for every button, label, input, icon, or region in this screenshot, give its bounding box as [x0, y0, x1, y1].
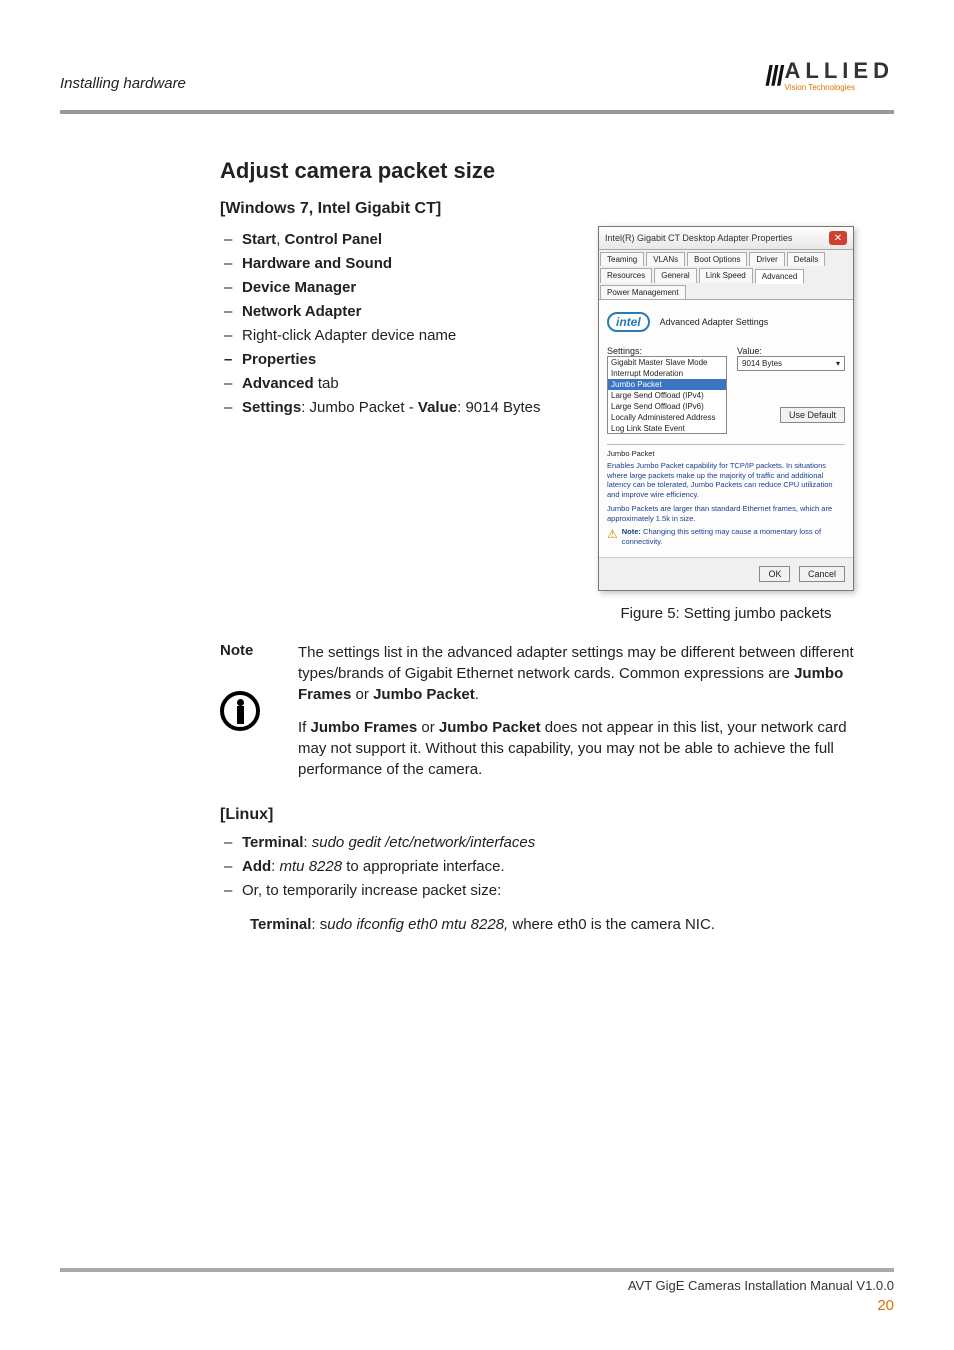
- note-text: The settings list in the advanced adapte…: [298, 644, 854, 682]
- step-bold: Value: [418, 399, 457, 416]
- list-item[interactable]: Large Send Offload (IPv6): [608, 401, 726, 412]
- step-bold: Advanced: [242, 375, 314, 392]
- desc-note-text: Changing this setting may cause a moment…: [622, 527, 821, 546]
- list-item[interactable]: Log Link State Event: [608, 423, 726, 434]
- tab-details[interactable]: Details: [787, 252, 825, 266]
- win-step: Advanced tab: [220, 373, 580, 394]
- settings-listbox[interactable]: Gigabit Master Slave Mode Interrupt Mode…: [607, 356, 727, 434]
- step-bold: Properties: [242, 351, 316, 368]
- step-bold: Add: [242, 858, 271, 875]
- brand-logo: /// ALLIED Vision Technologies: [765, 60, 894, 92]
- logo-sub: Vision Technologies: [785, 84, 894, 92]
- desc-text: Enables Jumbo Packet capability for TCP/…: [607, 461, 845, 500]
- use-default-button[interactable]: Use Default: [780, 407, 845, 423]
- step-italic: sudo gedit /etc/network/interfaces: [312, 834, 535, 851]
- figure-caption: Figure 5: Setting jumbo packets: [598, 605, 854, 622]
- step-text: :: [271, 858, 279, 875]
- note-paragraph: If Jumbo Frames or Jumbo Packet does not…: [298, 717, 854, 780]
- step-bold: Start: [242, 231, 276, 248]
- step-bold: Terminal: [250, 916, 311, 933]
- warning-icon: ⚠: [607, 527, 618, 547]
- logo-stripes-icon: ///: [765, 60, 782, 92]
- win-step: Start, Control Panel: [220, 229, 580, 250]
- close-icon[interactable]: ✕: [829, 231, 847, 245]
- linux-step: Or, to temporarily increase packet size:: [220, 880, 854, 901]
- footer-text: AVT GigE Cameras Installation Manual V1.…: [60, 1278, 894, 1293]
- tab-general[interactable]: General: [654, 268, 696, 283]
- win-step: Properties: [220, 349, 580, 370]
- tab-boot[interactable]: Boot Options: [687, 252, 747, 266]
- note-bold: Jumbo Frames: [311, 719, 418, 736]
- note-bold: Jumbo Packet: [373, 686, 475, 703]
- step-italic: udo ifconfig eth0 mtu 8228,: [327, 916, 508, 933]
- tab-advanced[interactable]: Advanced: [755, 269, 805, 284]
- info-icon: [220, 691, 260, 731]
- step-bold: Control Panel: [285, 231, 383, 248]
- desc-note-label: Note:: [622, 527, 641, 536]
- step-bold: Device Manager: [242, 279, 356, 296]
- step-text: :: [303, 834, 311, 851]
- note-paragraph: The settings list in the advanced adapte…: [298, 642, 854, 705]
- win-step: Device Manager: [220, 277, 580, 298]
- tab-resources[interactable]: Resources: [600, 268, 652, 283]
- note-text: If: [298, 719, 311, 736]
- note-bold: Jumbo Packet: [439, 719, 541, 736]
- note-text: or: [417, 719, 439, 736]
- intel-logo-icon: intel: [607, 312, 650, 332]
- step-bold: Network Adapter: [242, 303, 361, 320]
- step-bold: Terminal: [242, 834, 303, 851]
- settings-label: Settings:: [607, 346, 729, 356]
- cancel-button[interactable]: Cancel: [799, 566, 845, 582]
- chevron-down-icon: ▾: [836, 359, 840, 368]
- ok-button[interactable]: OK: [759, 566, 790, 582]
- step-text: : 9014 Bytes: [457, 399, 540, 416]
- screenshot-dialog: Intel(R) Gigabit CT Desktop Adapter Prop…: [598, 226, 854, 634]
- value-combobox[interactable]: 9014 Bytes ▾: [737, 356, 845, 371]
- step-italic: mtu 8228: [280, 858, 343, 875]
- combo-value: 9014 Bytes: [742, 359, 782, 368]
- list-item[interactable]: Locally Administered Address: [608, 412, 726, 423]
- section-header: Installing hardware: [60, 75, 186, 92]
- tab-vlans[interactable]: VLANs: [646, 252, 685, 266]
- page-title: Adjust camera packet size: [220, 158, 854, 184]
- linux-step: Add: mtu 8228 to appropriate interface.: [220, 856, 854, 877]
- win-step: Settings: Jumbo Packet - Value: 9014 Byt…: [220, 397, 580, 418]
- value-label: Value:: [737, 346, 845, 356]
- desc-title: Jumbo Packet: [607, 449, 845, 459]
- list-item[interactable]: Interrupt Moderation: [608, 368, 726, 379]
- step-bold: Hardware and Sound: [242, 255, 392, 272]
- footer-rule: [60, 1268, 894, 1272]
- list-item-selected[interactable]: Jumbo Packet: [608, 379, 726, 390]
- page-number: 20: [60, 1297, 894, 1314]
- linux-subline: Terminal: sudo ifconfig eth0 mtu 8228, w…: [250, 916, 854, 933]
- tab-driver[interactable]: Driver: [749, 252, 784, 266]
- step-text: to appropriate interface.: [342, 858, 505, 875]
- note-label: Note: [220, 642, 280, 659]
- tab-linkspeed[interactable]: Link Speed: [699, 268, 753, 283]
- windows-heading: [Windows 7, Intel Gigabit CT]: [220, 200, 854, 218]
- intel-label: Advanced Adapter Settings: [660, 317, 769, 327]
- tab-teaming[interactable]: Teaming: [600, 252, 644, 266]
- step-text: tab: [314, 375, 339, 392]
- linux-heading: [Linux]: [220, 806, 854, 824]
- dialog-title: Intel(R) Gigabit CT Desktop Adapter Prop…: [605, 233, 792, 243]
- linux-step: Terminal: sudo gedit /etc/network/interf…: [220, 832, 854, 853]
- step-bold: Settings: [242, 399, 301, 416]
- tab-power[interactable]: Power Management: [600, 285, 686, 299]
- win-step: Network Adapter: [220, 301, 580, 322]
- note-text: .: [475, 686, 479, 703]
- win-step: Right-click Adapter device name: [220, 325, 580, 346]
- note-text: or: [351, 686, 373, 703]
- logo-main: ALLIED: [785, 60, 894, 82]
- step-text: : Jumbo Packet -: [301, 399, 418, 416]
- step-text: where eth0 is the camera NIC.: [508, 916, 715, 933]
- win-step: Hardware and Sound: [220, 253, 580, 274]
- list-item[interactable]: Large Send Offload (IPv4): [608, 390, 726, 401]
- desc-text: Jumbo Packets are larger than standard E…: [607, 504, 845, 524]
- step-text: : s: [311, 916, 327, 933]
- list-item[interactable]: Gigabit Master Slave Mode: [608, 357, 726, 368]
